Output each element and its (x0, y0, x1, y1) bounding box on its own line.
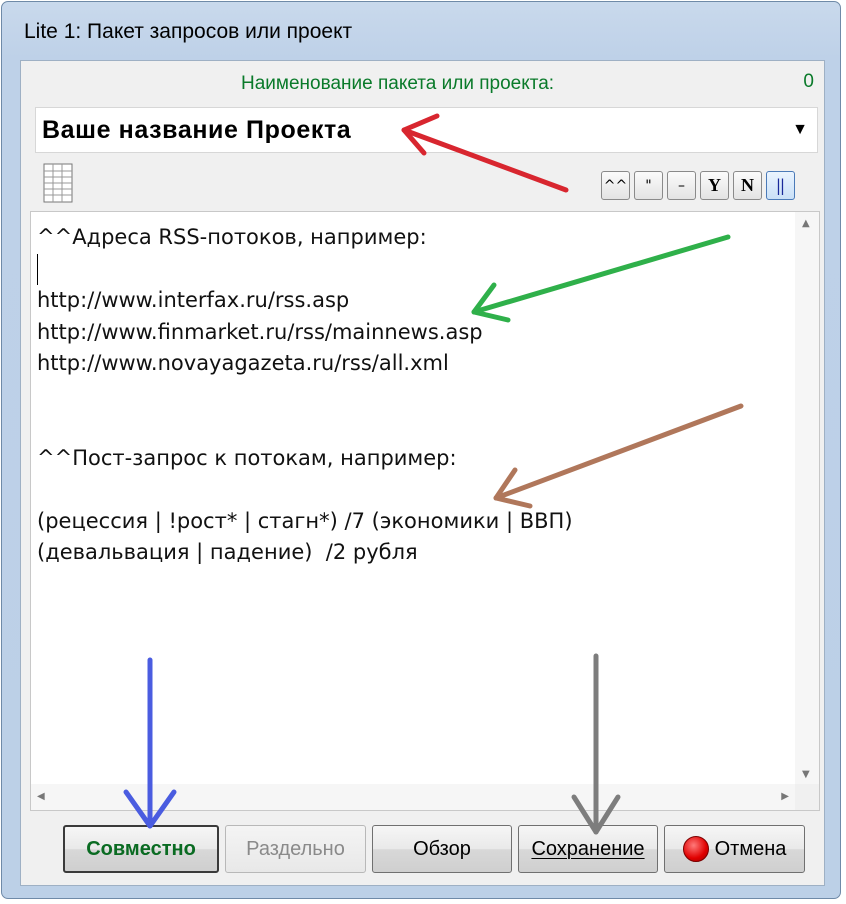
separately-button: Раздельно (225, 825, 366, 873)
stop-icon (682, 836, 709, 862)
operator-toolbar: ^^ " – Y N || (601, 171, 795, 201)
dash-button[interactable]: – (667, 171, 696, 200)
editor-line: http://www.novayagazeta.ru/rss/all.xml (37, 351, 449, 375)
quote-button[interactable]: " (634, 171, 663, 200)
letter-y-button[interactable]: Y (700, 171, 729, 200)
browse-button[interactable]: Обзор (372, 825, 512, 873)
editor-line: ^^Пост-запрос к потокам, например: (37, 445, 457, 470)
save-label: Сохранение (531, 837, 645, 860)
table-icon[interactable] (43, 163, 73, 203)
cancel-button[interactable]: Отмена (664, 825, 805, 873)
query-editor[interactable]: ^^Адреса RSS-потоков, например: http://w… (30, 211, 820, 811)
together-label: Совместно (86, 837, 196, 860)
save-button[interactable]: Сохранение (518, 825, 658, 873)
dropdown-arrow-icon[interactable]: ▼ (783, 108, 817, 152)
editor-line (37, 253, 787, 285)
editor-line: http://www.interfax.ru/rss.asp (37, 288, 350, 312)
vertical-scrollbar[interactable]: ▲ ▼ (795, 212, 819, 784)
scroll-right-icon[interactable]: ▶ (781, 791, 789, 802)
project-name-input[interactable] (36, 108, 776, 152)
editor-line: (рецессия | !рост* | стагн*) /7 (экономи… (37, 508, 573, 533)
dialog-body: Наименование пакета или проекта: 0 ▼ ^^ … (20, 60, 825, 886)
editor-content[interactable]: ^^Адреса RSS-потоков, например: http://w… (37, 222, 787, 569)
editor-line: ^^Адреса RSS-потоков, например: (37, 225, 427, 249)
scroll-left-icon[interactable]: ◀ (37, 791, 45, 802)
scroll-up-icon[interactable]: ▲ (802, 218, 810, 229)
letter-n-button[interactable]: N (733, 171, 762, 200)
caret-caret-button[interactable]: ^^ (601, 171, 630, 200)
scroll-down-icon[interactable]: ▼ (802, 769, 810, 780)
project-name-combobox[interactable]: ▼ (35, 107, 818, 153)
project-name-label: Наименование пакета или проекта: (241, 73, 555, 94)
editor-line: http://www.finmarket.ru/rss/mainnews.asp (37, 319, 483, 344)
window-title: Lite 1: Пакет запросов или проект (24, 20, 353, 43)
browse-label: Обзор (413, 837, 471, 860)
together-button[interactable]: Совместно (63, 825, 219, 873)
editor-line: (девальвация | падение) /2 рубля (37, 540, 418, 564)
cancel-label: Отмена (714, 837, 787, 860)
item-counter: 0 (803, 71, 814, 92)
horizontal-scrollbar[interactable]: ◀ ▶ (31, 784, 795, 810)
scrollbar-corner (795, 784, 819, 810)
separately-label: Раздельно (246, 837, 345, 860)
title-bar[interactable]: Lite 1: Пакет запросов или проект (2, 2, 840, 58)
dialog-window: Lite 1: Пакет запросов или проект Наимен… (1, 1, 841, 899)
double-bar-button[interactable]: || (766, 171, 795, 200)
